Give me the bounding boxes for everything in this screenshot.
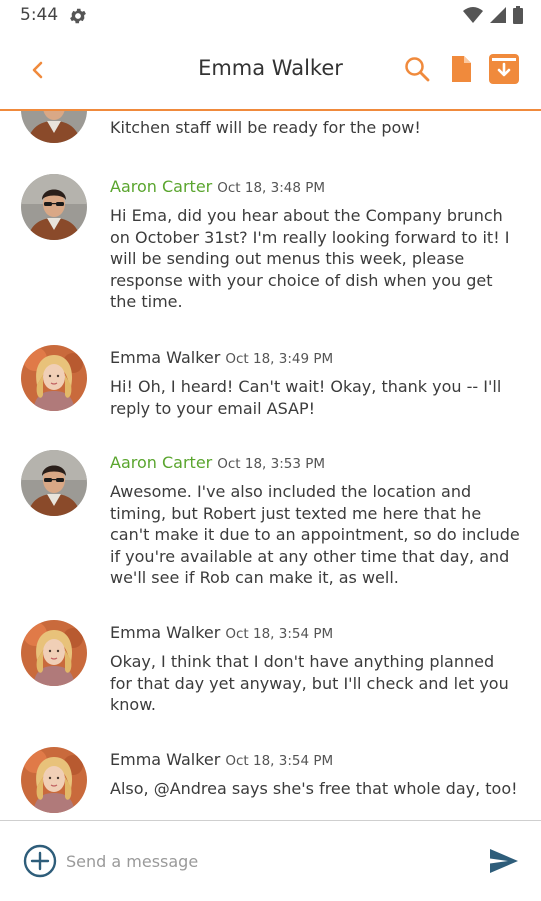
wifi-icon [463, 7, 483, 23]
status-bar: 5:44 [0, 0, 541, 32]
sender-name[interactable]: Emma Walker [110, 750, 220, 769]
search-icon[interactable] [402, 54, 432, 84]
message-text: Awesome. I've also included the location… [110, 482, 520, 588]
avatar[interactable] [21, 620, 87, 686]
add-attachment-icon[interactable] [23, 844, 57, 878]
sender-name[interactable]: Emma Walker [110, 623, 220, 642]
message-timestamp: Oct 18, 3:48 PM [217, 180, 326, 196]
message-input[interactable] [66, 847, 446, 875]
message-text: Kitchen staff will be ready for the pow! [110, 118, 421, 137]
battery-icon [513, 6, 523, 24]
status-time: 5:44 [20, 5, 59, 25]
message-text: Hi Ema, did you hear about the Company b… [110, 206, 510, 312]
avatar[interactable] [21, 450, 87, 516]
archive-download-icon[interactable] [488, 53, 520, 85]
avatar[interactable] [21, 111, 87, 143]
sender-name[interactable]: Aaron Carter [110, 177, 212, 196]
message-text: Also, @Andrea says she's free that whole… [110, 779, 518, 798]
avatar[interactable] [21, 345, 87, 411]
chat-header: Emma Walker [0, 32, 541, 111]
message-composer [0, 820, 541, 901]
sender-name[interactable]: Aaron Carter [110, 453, 212, 472]
settings-gear-icon [70, 8, 86, 24]
message-timestamp: Oct 18, 3:54 PM [225, 753, 334, 769]
message-timestamp: Oct 18, 3:49 PM [225, 351, 334, 367]
send-icon[interactable] [489, 848, 519, 874]
signal-icon [490, 7, 506, 23]
message-text: Hi! Oh, I heard! Can't wait! Okay, thank… [110, 377, 502, 418]
message-timestamp: Oct 18, 3:54 PM [225, 626, 334, 642]
message-timestamp: Oct 18, 3:53 PM [217, 456, 326, 472]
document-icon[interactable] [446, 54, 476, 84]
avatar[interactable] [21, 174, 87, 240]
message-text: Okay, I think that I don't have anything… [110, 652, 509, 715]
sender-name[interactable]: Emma Walker [110, 348, 220, 367]
message-list[interactable]: Kitchen staff will be ready for the pow!… [0, 111, 541, 820]
avatar[interactable] [21, 747, 87, 813]
